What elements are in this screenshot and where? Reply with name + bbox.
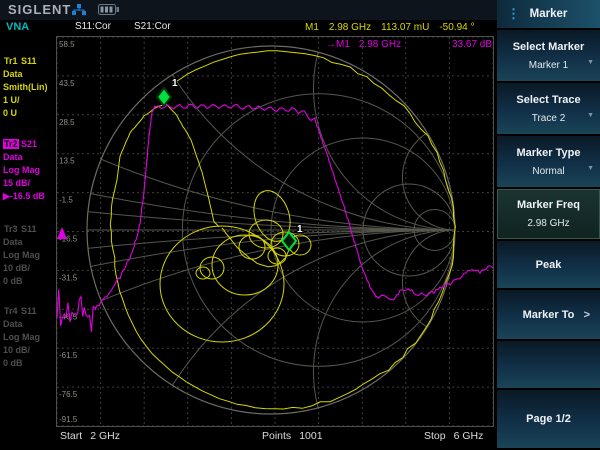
trace-info-line: Log Mag xyxy=(3,249,40,262)
softkey-menu: ⋮ Marker Select MarkerMarker 1▼Select Tr… xyxy=(497,0,600,450)
trace-info-line: Log Mag xyxy=(3,331,40,344)
vna-screen: SIGLENT VNA S11:Cor S21:Cor M1 2.98 GHz … xyxy=(0,0,600,450)
peak-button[interactable]: Peak xyxy=(497,241,600,288)
softkey-value: 2.98 GHz xyxy=(527,218,569,229)
trace-panel-tr3[interactable]: Tr3 S11DataLog Mag10 dB/0 dB xyxy=(3,223,40,288)
start-frequency: Start2 GHz xyxy=(60,430,120,442)
trace-info-line: 1 U/ xyxy=(3,94,48,107)
trace-panel-tr4[interactable]: Tr4 S11DataLog Mag10 dB/0 dB xyxy=(3,305,40,370)
softkey-label: Select Trace xyxy=(516,94,580,106)
trace-info-line: 10 dB/ xyxy=(3,262,40,275)
y-axis-label: -76.5 xyxy=(59,390,78,399)
marker-freq: 2.98 GHz xyxy=(329,22,371,33)
trace-info-line: 15 dB/ xyxy=(3,177,45,190)
ref-level-indicator xyxy=(57,227,67,239)
trace-info-line: Data xyxy=(3,68,48,81)
marker-1-diamond-s21[interactable] xyxy=(157,88,171,106)
trace-info-line: ▶-16.5 dB xyxy=(3,190,45,203)
trace-info-line: Data xyxy=(3,318,40,331)
select-marker-button[interactable]: Select Marker Marker 1 ▼ xyxy=(497,30,600,81)
stop-frequency: Stop6 GHz xyxy=(424,430,483,442)
submenu-chevron-icon: > xyxy=(584,309,590,321)
marker-to-button[interactable]: Marker To > xyxy=(497,290,600,339)
trace-info-line: Data xyxy=(3,236,40,249)
softkey-value: Trace 2 xyxy=(532,113,566,124)
softkey-label: Peak xyxy=(536,259,562,271)
lan-icon xyxy=(72,3,86,17)
softkey-value: Marker 1 xyxy=(529,60,568,71)
trace-tag: Tr3 xyxy=(3,224,19,234)
blank-button[interactable] xyxy=(497,341,600,388)
page-button[interactable]: Page 1/2 xyxy=(497,390,600,448)
marker-phase: -50.94 ° xyxy=(439,22,474,33)
marker-type-button[interactable]: Marker Type Normal ▼ xyxy=(497,136,600,187)
trace-tag: Tr4 xyxy=(3,306,19,316)
trace-tag: Tr1 xyxy=(3,56,19,66)
battery-icon xyxy=(98,4,119,15)
trace-panel-tr1[interactable]: Tr1 S11DataSmith(Lin)1 U/0 U xyxy=(3,55,48,120)
dropdown-arrow-icon: ▼ xyxy=(587,59,594,66)
trace-info-line: 0 dB xyxy=(3,275,40,288)
y-axis-label: 28.5 xyxy=(59,118,75,127)
trace-panel-tr2[interactable]: Tr2 S21DataLog Mag15 dB/▶-16.5 dB xyxy=(3,138,45,203)
softkey-label: Page 1/2 xyxy=(526,413,571,425)
channel-status-s11: S11:Cor xyxy=(75,21,111,35)
menu-dots-icon: ⋮ xyxy=(507,5,520,22)
vna-mode-label: VNA xyxy=(6,21,29,35)
channel-status-s21: S21:Cor xyxy=(134,21,171,35)
softkey-label: Marker To xyxy=(523,309,575,321)
trace-info-line: Log Mag xyxy=(3,164,45,177)
trace-info-line: 0 U xyxy=(3,107,48,120)
top-bar: SIGLENT xyxy=(0,0,497,20)
y-axis-label: 43.5 xyxy=(59,79,75,88)
plot-area[interactable]: 58.543.528.513.5-1.5-16.5-31.5-46.5-61.5… xyxy=(56,36,494,427)
softkey-label: Select Marker xyxy=(513,41,585,53)
trace-info-line: Smith(Lin) xyxy=(3,81,48,94)
sweep-points: Points1001 xyxy=(262,430,323,442)
y-axis-label: -31.5 xyxy=(59,273,78,282)
y-axis-label: -1.5 xyxy=(59,196,73,205)
menu-title: Marker xyxy=(530,8,568,20)
y-axis-label: -91.5 xyxy=(59,415,78,424)
marker-number-label: 1 xyxy=(172,78,178,89)
marker-readout-s11: M1 2.98 GHz 113.07 mU -50.94 ° xyxy=(305,22,474,33)
marker-freq-button[interactable]: Marker Freq 2.98 GHz xyxy=(497,189,600,239)
softkey-label: Marker Type xyxy=(517,147,581,159)
trace-info-line: 10 dB/ xyxy=(3,344,40,357)
dropdown-arrow-icon: ▼ xyxy=(587,165,594,172)
softkey-value: Normal xyxy=(532,166,564,177)
dropdown-arrow-icon: ▼ xyxy=(587,112,594,119)
menu-header[interactable]: ⋮ Marker xyxy=(497,0,600,28)
trace-info-line: 0 dB xyxy=(3,357,40,370)
y-axis-label: -61.5 xyxy=(59,351,78,360)
trace-tag: Tr2 xyxy=(3,139,19,149)
trace-info-line: Data xyxy=(3,151,45,164)
marker-number-label: 1 xyxy=(297,224,303,235)
select-trace-button[interactable]: Select Trace Trace 2 ▼ xyxy=(497,83,600,134)
softkey-label: Marker Freq xyxy=(517,199,580,211)
marker-name: M1 xyxy=(305,22,319,33)
siglent-logo: SIGLENT xyxy=(8,2,71,17)
y-axis-label: 13.5 xyxy=(59,157,75,166)
y-axis-label: 58.5 xyxy=(59,40,75,49)
marker-magnitude: 113.07 mU xyxy=(381,22,429,33)
